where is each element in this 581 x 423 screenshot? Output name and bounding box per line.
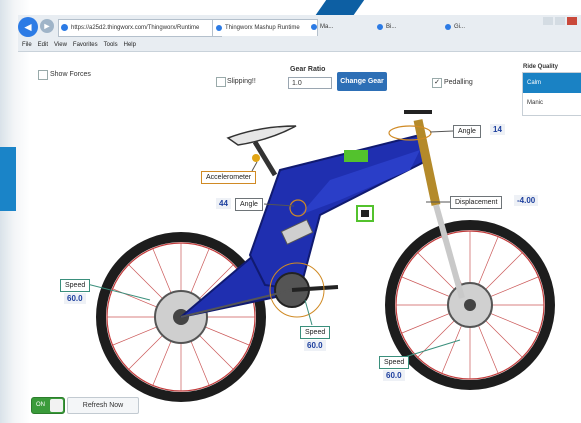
front-speed-label: Speed [379,356,410,369]
refresh-now-button[interactable]: Refresh Now [67,397,139,414]
front-speed-value: 60.0 [383,370,405,381]
bike-illustration [86,110,555,402]
head-angle-label: Angle [453,125,481,138]
crank-speed-label: Speed [300,326,331,339]
displacement-label: Displacement [450,196,503,209]
toggle-label: ON [36,402,45,408]
toggle-knob [50,399,63,412]
rear-speed-label: Speed [60,279,91,292]
front-wheel [385,220,555,390]
frame-angle-label: Angle [235,198,263,211]
frame-angle-value: 44 [216,198,231,209]
accelerometer-label: Accelerometer [201,171,257,184]
rear-speed-value: 60.0 [64,293,86,304]
crank-speed-value: 60.0 [304,340,326,351]
head-angle-value: 14 [490,124,505,135]
displacement-value: -4.00 [514,195,539,206]
on-toggle[interactable]: ON [31,397,65,414]
